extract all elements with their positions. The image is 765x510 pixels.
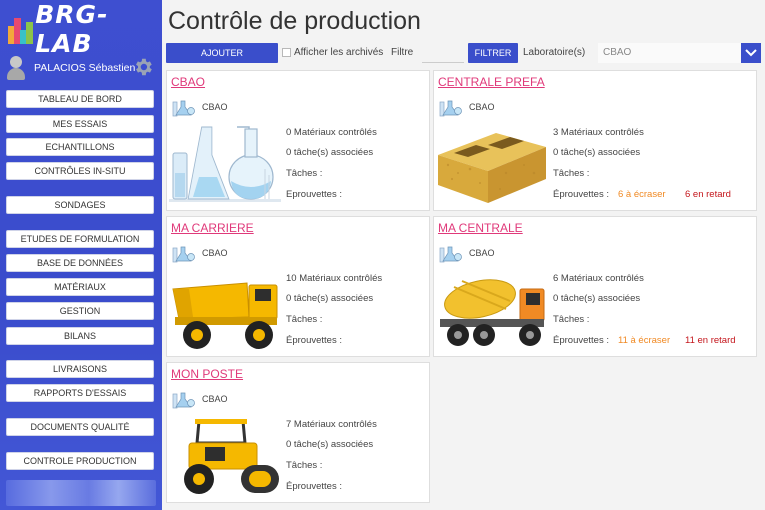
tasks-associated: 0 tâche(s) associées: [286, 147, 374, 158]
specimens-label: Éprouvettes :: [553, 335, 609, 346]
lab-select-label: Laboratoire(s): [523, 47, 586, 58]
specimens-label: Éprouvettes :: [286, 335, 342, 346]
lab-glassware-small-icon: [172, 100, 195, 117]
user-panel: PALACIOS Sébastien: [6, 55, 156, 81]
nav-gestion[interactable]: Gestion: [6, 302, 154, 320]
nav-materiaux[interactable]: Matériaux: [6, 278, 154, 296]
specimens-label: Éprouvettes :: [553, 189, 609, 200]
tasks-associated: 0 tâche(s) associées: [553, 293, 641, 304]
dump-truck-icon: [172, 282, 278, 349]
tasks-label: Tâches :: [553, 168, 590, 179]
lab-name: CBAO: [469, 102, 495, 112]
site-card: MA CARRIERE CBAO 10 Matériaux contrôlés …: [166, 216, 430, 357]
lab-select[interactable]: CBAO: [598, 43, 741, 63]
site-card: MON POSTE CBAO 7 Matériaux contrôlés 0 t…: [166, 362, 430, 503]
filter-label: Filtre: [391, 47, 414, 58]
lab-select-toggle[interactable]: [741, 43, 761, 63]
late-count[interactable]: 11 en retard: [685, 335, 736, 346]
page-title: Contrôle de production: [168, 7, 421, 35]
filter-button[interactable]: Filtrer: [468, 43, 518, 63]
tasks-label: Tâches :: [286, 460, 323, 471]
avatar[interactable]: [6, 56, 26, 80]
chevron-down-icon: [745, 49, 757, 57]
lab-glassware-icon: [169, 126, 281, 202]
lab-name: CBAO: [469, 248, 495, 258]
materials-count: 0 Matériaux contrôlés: [286, 127, 377, 138]
toolbar: Ajouter Afficher les archivés Filtre Fil…: [166, 43, 761, 63]
app-logo[interactable]: BRG-LAB: [8, 0, 162, 58]
nav-documents-qualite[interactable]: Documents qualité: [6, 418, 154, 436]
gear-icon[interactable]: [132, 56, 154, 78]
logo-text: BRG-LAB: [35, 0, 109, 58]
add-button[interactable]: Ajouter: [166, 43, 278, 63]
concrete-block-icon: [438, 133, 546, 203]
lab-glassware-small-icon: [172, 392, 195, 409]
materials-count: 7 Matériaux contrôlés: [286, 419, 377, 430]
tasks-label: Tâches :: [286, 314, 323, 325]
show-archived-checkbox[interactable]: [282, 48, 291, 57]
logo-mark-icon: [8, 14, 33, 44]
materials-count: 6 Matériaux contrôlés: [553, 273, 644, 284]
nav-base-de-donnees[interactable]: Base de données: [6, 254, 154, 272]
road-roller-icon: [184, 419, 279, 494]
lab-glassware-small-icon: [172, 246, 195, 263]
sidebar: BRG-LAB PALACIOS Sébastien Tableau de bo…: [0, 0, 162, 510]
site-card-title[interactable]: CENTRALE PREFA: [438, 75, 545, 89]
site-card: CENTRALE PREFA CBAO 3 Matériaux contrôlé…: [433, 70, 757, 211]
filter-input[interactable]: [422, 43, 464, 63]
lab-name: CBAO: [202, 102, 228, 112]
materials-count: 10 Matériaux contrôlés: [286, 273, 383, 284]
nav-sondages[interactable]: Sondages: [6, 196, 154, 214]
nav-rapports-d-essais[interactable]: Rapports d'essais: [6, 384, 154, 402]
materials-count: 3 Matériaux contrôlés: [553, 127, 644, 138]
to-crush-count[interactable]: 11 à écraser: [618, 335, 670, 346]
nav-etudes-de-formulation[interactable]: Etudes de formulation: [6, 230, 154, 248]
specimens-label: Eprouvettes :: [286, 189, 342, 200]
concrete-mixer-truck-icon: [440, 279, 545, 346]
late-count[interactable]: 6 en retard: [685, 189, 731, 200]
tasks-associated: 0 tâche(s) associées: [286, 293, 374, 304]
nav-controles-in-situ[interactable]: Contrôles in-situ: [6, 162, 154, 180]
site-card-title[interactable]: MON POSTE: [171, 367, 243, 381]
site-card: CBAO CBAO 0 Matériaux contrôlés 0 tâche(…: [166, 70, 430, 211]
tasks-label: Tâches :: [286, 168, 323, 179]
tasks-associated: 0 tâche(s) associées: [286, 439, 374, 450]
show-archived-label: Afficher les archivés: [294, 47, 384, 58]
lab-name: CBAO: [202, 248, 228, 258]
nav-livraisons[interactable]: Livraisons: [6, 360, 154, 378]
sidebar-decoration: [6, 480, 156, 506]
tasks-label: Tâches :: [553, 314, 590, 325]
nav-controle-production[interactable]: Controle production: [6, 452, 154, 470]
specimens-label: Éprouvettes :: [286, 481, 342, 492]
nav-mes-essais[interactable]: Mes essais: [6, 115, 154, 133]
lab-name: CBAO: [202, 394, 228, 404]
lab-glassware-small-icon: [439, 246, 462, 263]
site-card: MA CENTRALE CBAO 6 Matériaux contrôlés 0…: [433, 216, 757, 357]
nav-bilans[interactable]: Bilans: [6, 327, 154, 345]
site-card-title[interactable]: CBAO: [171, 75, 205, 89]
to-crush-count[interactable]: 6 à écraser: [618, 189, 666, 200]
nav-echantillons[interactable]: Echantillons: [6, 138, 154, 156]
nav-tableau-de-bord[interactable]: Tableau de bord: [6, 90, 154, 108]
tasks-associated: 0 tâche(s) associées: [553, 147, 641, 158]
site-card-title[interactable]: MA CARRIERE: [171, 221, 254, 235]
site-card-title[interactable]: MA CENTRALE: [438, 221, 523, 235]
user-name: PALACIOS Sébastien: [34, 62, 136, 74]
lab-glassware-small-icon: [439, 100, 462, 117]
